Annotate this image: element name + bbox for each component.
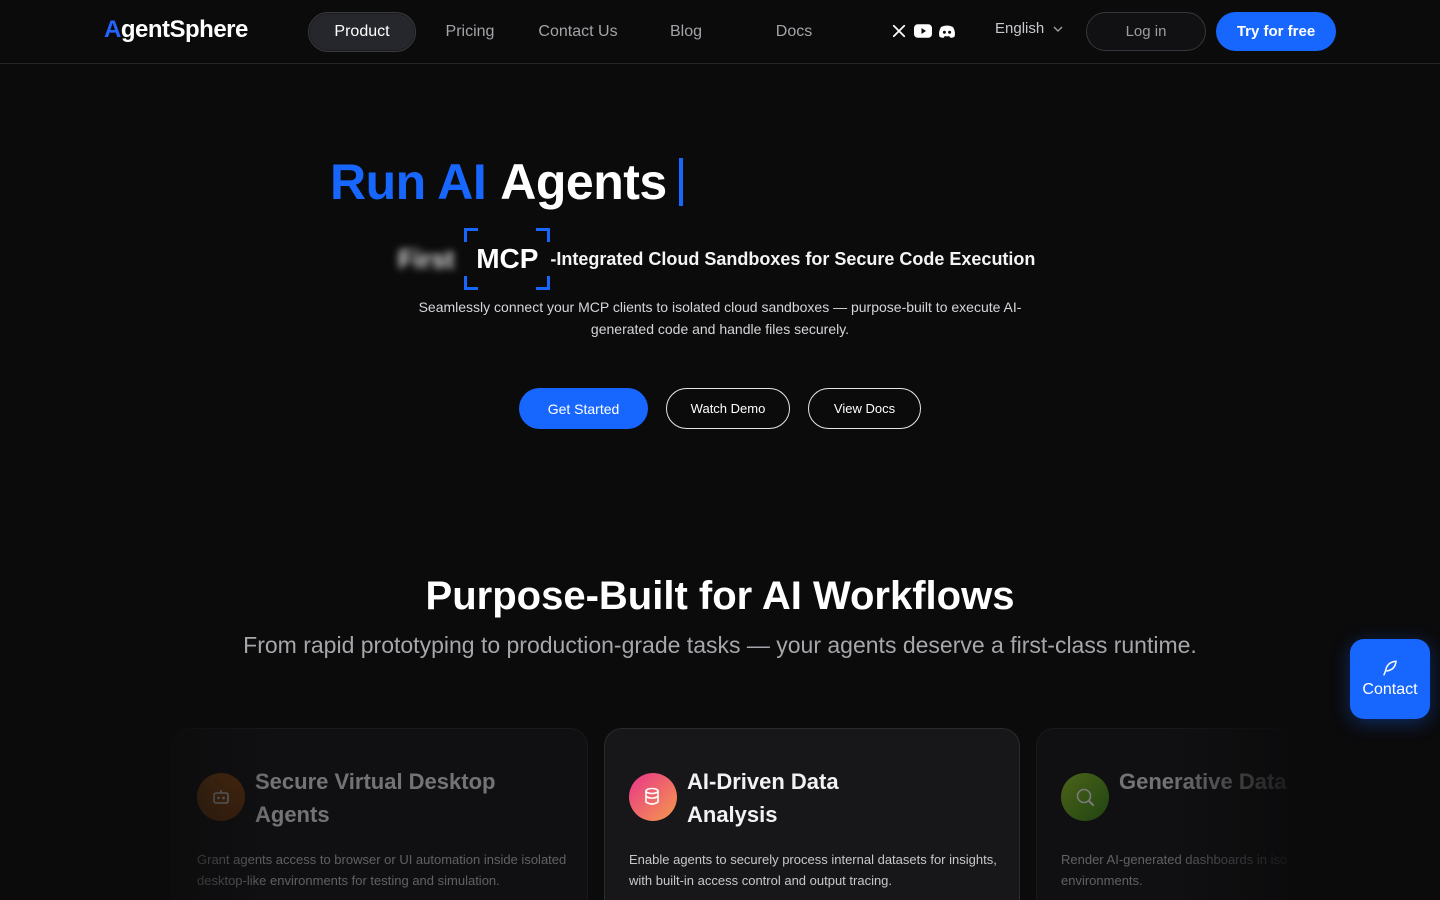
contact-label: Contact [1362, 681, 1418, 698]
mcp-highlight-box: MCP [464, 228, 551, 290]
database-icon [629, 773, 677, 821]
x-icon[interactable] [890, 22, 908, 40]
typing-cursor [678, 158, 683, 206]
section-title: Purpose-Built for AI Workflows [425, 574, 1015, 618]
social-links [890, 22, 956, 40]
chevron-down-icon [1053, 25, 1063, 32]
feature-card-title: Secure Virtual Desktop Agents [255, 769, 496, 827]
language-select[interactable]: English [995, 20, 1064, 37]
hero-subheading: First MCP -Integrated Cloud Sandboxes fo… [398, 228, 1035, 290]
nav-item-product[interactable]: Product [308, 12, 416, 52]
hero-cta-row: Get Started Watch Demo View Docs [519, 388, 921, 429]
nav-item-docs[interactable]: Docs [740, 12, 848, 52]
rotating-word: First [398, 243, 455, 274]
data-search-icon [1061, 773, 1109, 821]
mcp-label: MCP [476, 243, 539, 274]
nav-item-contact-us[interactable]: Contact Us [524, 12, 632, 52]
hero-title-highlight: Run AI [330, 154, 487, 210]
section-subtitle: From rapid prototyping to production-gra… [243, 632, 1197, 658]
brand-logo[interactable]: AgentSphere [104, 16, 248, 44]
feather-icon [1383, 660, 1397, 676]
watch-demo-button[interactable]: Watch Demo [666, 388, 790, 429]
feature-cards-carousel: Secure Virtual Desktop Agents Grant agen… [152, 720, 1288, 900]
hero-title: Run AI Agents [330, 150, 683, 214]
logo-mark: A [104, 16, 121, 43]
logo-text: gentSphere [120, 16, 249, 43]
feature-card-title: AI-Driven Data Analysis [687, 769, 839, 827]
login-button[interactable]: Log in [1086, 12, 1206, 51]
feature-card[interactable]: AI-Driven Data Analysis Enable agents to… [604, 728, 1020, 900]
youtube-icon[interactable] [914, 22, 932, 40]
feature-card[interactable]: Generative Data Visualization Render AI-… [1036, 728, 1288, 900]
try-for-free-button[interactable]: Try for free [1216, 12, 1336, 51]
discord-icon[interactable] [938, 22, 956, 40]
view-docs-button[interactable]: View Docs [808, 388, 921, 429]
get-started-button[interactable]: Get Started [519, 388, 648, 429]
nav-links: Product Pricing Contact Us Blog Docs [308, 12, 848, 52]
feature-card-title: Generative Data Visualization [1119, 769, 1288, 794]
language-label: English [995, 20, 1045, 37]
hero-title-rest: Agents [500, 154, 667, 210]
nav-item-blog[interactable]: Blog [632, 12, 740, 52]
robot-icon [197, 773, 245, 821]
hero-description: Seamlessly connect your MCP clients to i… [418, 299, 1022, 337]
contact-floating-button[interactable]: Contact [1350, 639, 1430, 719]
subheading-text: -Integrated Cloud Sandboxes for Secure C… [550, 248, 1036, 269]
nav-item-pricing[interactable]: Pricing [416, 12, 524, 52]
feature-card-description: Enable agents to securely process intern… [629, 852, 997, 888]
feature-card-description: Grant agents access to browser or UI aut… [197, 852, 567, 888]
feature-card-description: Render AI-generated dashboards in isolat… [1061, 852, 1288, 888]
top-nav: AgentSphere Product Pricing Contact Us B… [0, 0, 1440, 64]
feature-card[interactable]: Secure Virtual Desktop Agents Grant agen… [172, 728, 588, 900]
